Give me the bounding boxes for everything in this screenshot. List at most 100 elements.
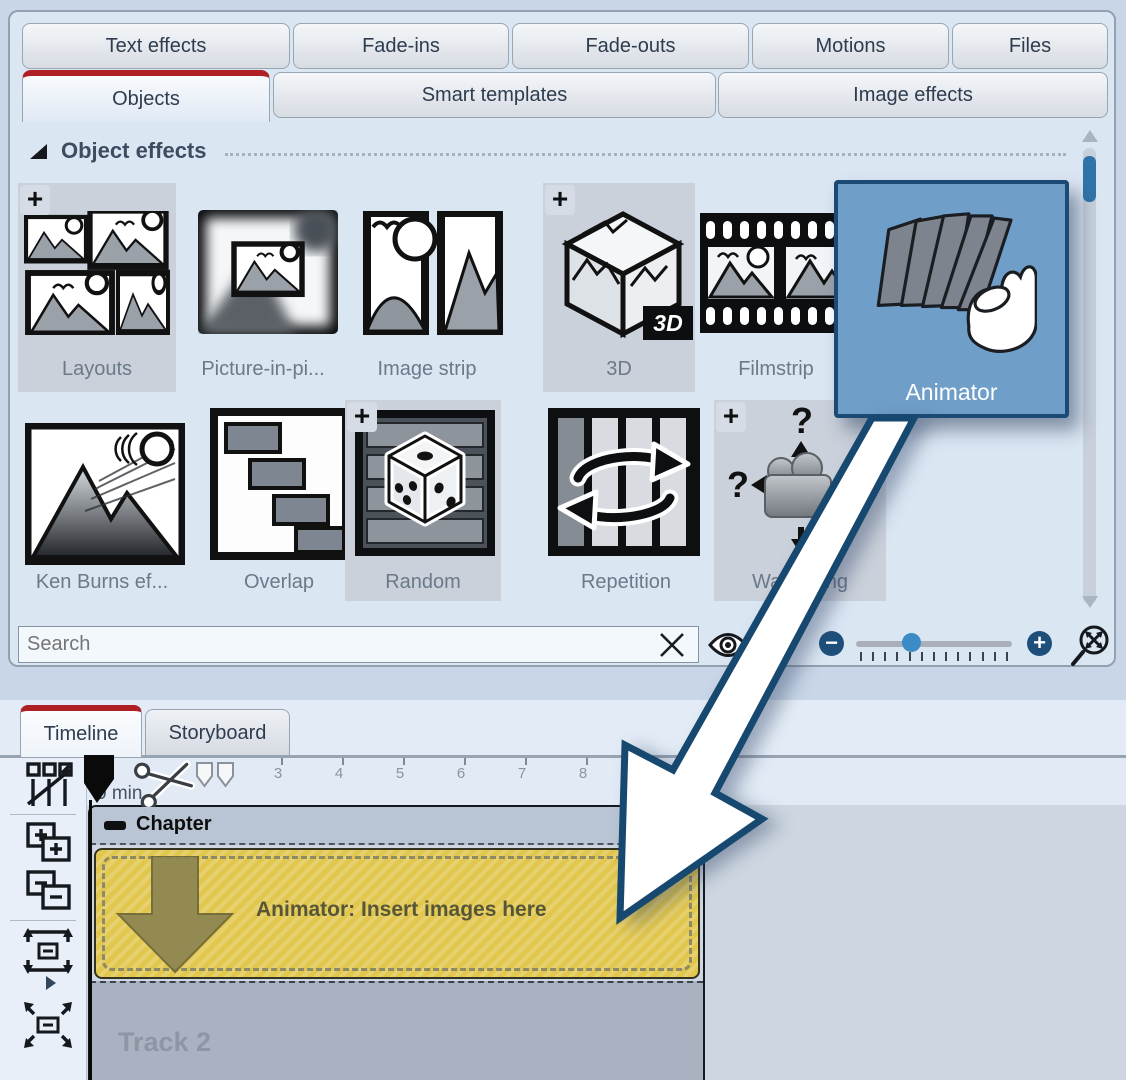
tile-animator-dragged[interactable]: Animator: [834, 180, 1069, 418]
expand-tracks-icon: [26, 820, 72, 864]
tile-label-ken-burns[interactable]: Ken Burns ef...: [18, 571, 186, 594]
svg-text:?: ?: [791, 405, 813, 441]
tile-label-image-strip[interactable]: Image strip: [347, 358, 507, 381]
tab-objects[interactable]: Objects: [22, 70, 270, 122]
search-box: [18, 626, 699, 663]
split-markers-button[interactable]: [196, 762, 236, 794]
expand-all-tracks-button[interactable]: [26, 820, 72, 864]
ruler-tick: 5: [400, 758, 408, 782]
ruler-tick: 3: [278, 758, 286, 782]
tile-image-strip[interactable]: [363, 211, 503, 335]
drop-here-arrow-icon: [110, 856, 240, 974]
eye-icon: [708, 630, 748, 660]
tab-fade-outs[interactable]: Fade-outs: [512, 23, 749, 69]
collapse-all-tracks-button[interactable]: [26, 868, 72, 912]
tile-label-overlap[interactable]: Overlap: [195, 571, 363, 594]
random-dice-icon: [355, 410, 495, 556]
scrollbar-thumb[interactable]: [1083, 156, 1096, 202]
collapse-chapter-button[interactable]: [104, 821, 126, 830]
tab-fade-ins[interactable]: Fade-ins: [293, 23, 509, 69]
tile-label-picture-in-picture[interactable]: Picture-in-pi...: [183, 358, 343, 381]
toolbar-separator: [10, 920, 76, 921]
chapter-header[interactable]: Chapter: [90, 807, 703, 845]
tab-timeline[interactable]: Timeline: [20, 705, 142, 757]
ruler-tick: 7: [522, 758, 530, 782]
fit-width-flyout-arrow[interactable]: [46, 976, 56, 990]
ken-burns-icon: [25, 423, 185, 565]
chapter-block[interactable]: Chapter Animator: Insert images here Tra…: [88, 805, 705, 1080]
animator-flipbook-icon: [867, 198, 1037, 356]
tile-layouts[interactable]: [24, 211, 170, 335]
add-plus-badge[interactable]: +: [20, 185, 50, 215]
animator-drop-zone[interactable]: Animator: Insert images here: [94, 848, 700, 979]
tab-label: Motions: [815, 35, 885, 58]
overlap-icon: [210, 408, 350, 560]
fit-view-button[interactable]: [22, 1000, 74, 1050]
tile-label-3d[interactable]: 3D: [545, 358, 693, 381]
section-title: Object effects: [61, 138, 207, 164]
scroll-down-arrow[interactable]: [1082, 596, 1098, 608]
tile-label-random[interactable]: Random: [345, 571, 501, 594]
tab-label: Fade-outs: [585, 35, 675, 58]
zoom-fit-button[interactable]: [1070, 624, 1110, 668]
fit-width-icon: [22, 928, 74, 974]
tab-label: Image effects: [853, 84, 973, 107]
clear-search-button[interactable]: [658, 632, 686, 658]
tile-3d[interactable]: 3D: [553, 208, 693, 342]
timeline-ruler[interactable]: [87, 758, 1126, 805]
toggle-object-view-button[interactable]: [26, 762, 74, 808]
tab-label: Files: [1009, 35, 1051, 58]
tile-label-repetition[interactable]: Repetition: [540, 571, 712, 594]
scissors-icon: [134, 757, 198, 807]
ruler-tick: 8: [583, 758, 591, 782]
svg-text:?: ?: [727, 464, 749, 505]
object-tracks-icon: [26, 762, 74, 808]
tab-label: Fade-ins: [362, 35, 440, 58]
playhead-line[interactable]: [89, 800, 92, 1080]
fit-width-button[interactable]: [22, 928, 74, 974]
tab-motions[interactable]: Motions: [752, 23, 949, 69]
track-2-label: Track 2: [118, 1027, 211, 1058]
scroll-up-arrow[interactable]: [1082, 130, 1098, 142]
tile-label-filmstrip[interactable]: Filmstrip: [696, 358, 856, 381]
tab-label: Smart templates: [422, 84, 568, 107]
track-2[interactable]: Track 2: [90, 981, 703, 1080]
tab-files[interactable]: Files: [952, 23, 1108, 69]
slider-tick-marks: [860, 652, 1008, 661]
tile-ken-burns[interactable]: [25, 423, 185, 565]
collapse-triangle-icon: [30, 144, 47, 159]
tile-random[interactable]: [355, 410, 495, 556]
tile-wandering[interactable]: ? ?: [725, 405, 877, 565]
add-plus-badge[interactable]: +: [716, 402, 746, 432]
tile-repetition[interactable]: [548, 408, 700, 556]
fit-view-icon: [22, 1000, 74, 1050]
toolbar-separator: [10, 814, 76, 815]
cut-tool-button[interactable]: [134, 757, 198, 807]
tile-label-wandering[interactable]: Wandering: [714, 571, 886, 594]
tab-smart-templates[interactable]: Smart templates: [273, 72, 716, 118]
thumbnail-zoom-slider-thumb[interactable]: [902, 633, 921, 652]
tab-storyboard[interactable]: Storyboard: [145, 709, 290, 757]
playhead-marker[interactable]: [84, 755, 116, 805]
tab-image-effects[interactable]: Image effects: [718, 72, 1108, 118]
tile-overlap[interactable]: [210, 408, 350, 560]
tile-label-layouts[interactable]: Layouts: [18, 358, 176, 381]
tile-picture-in-picture[interactable]: [198, 210, 338, 334]
wandering-camera-icon: ? ?: [725, 405, 877, 565]
add-plus-badge[interactable]: +: [347, 402, 377, 432]
tile-label-animator: Animator: [838, 379, 1065, 406]
magnifier-fit-icon: [1070, 624, 1110, 668]
add-plus-badge[interactable]: +: [545, 185, 575, 215]
tab-text-effects[interactable]: Text effects: [22, 23, 290, 69]
scrollbar-track[interactable]: [1083, 148, 1096, 604]
section-header[interactable]: Object effects: [30, 138, 1066, 164]
zoom-out-button[interactable]: −: [819, 631, 844, 656]
search-input[interactable]: [25, 629, 649, 660]
drop-zone-message: Animator: Insert images here: [256, 898, 547, 922]
ruler-tick: 9: [644, 758, 652, 782]
thumbnail-zoom-slider-track[interactable]: [856, 641, 1012, 647]
cube-3d-badge: 3D: [653, 310, 682, 336]
zoom-in-button[interactable]: +: [1027, 631, 1052, 656]
tab-label: Storyboard: [169, 722, 267, 745]
visibility-toggle-button[interactable]: [708, 630, 748, 660]
